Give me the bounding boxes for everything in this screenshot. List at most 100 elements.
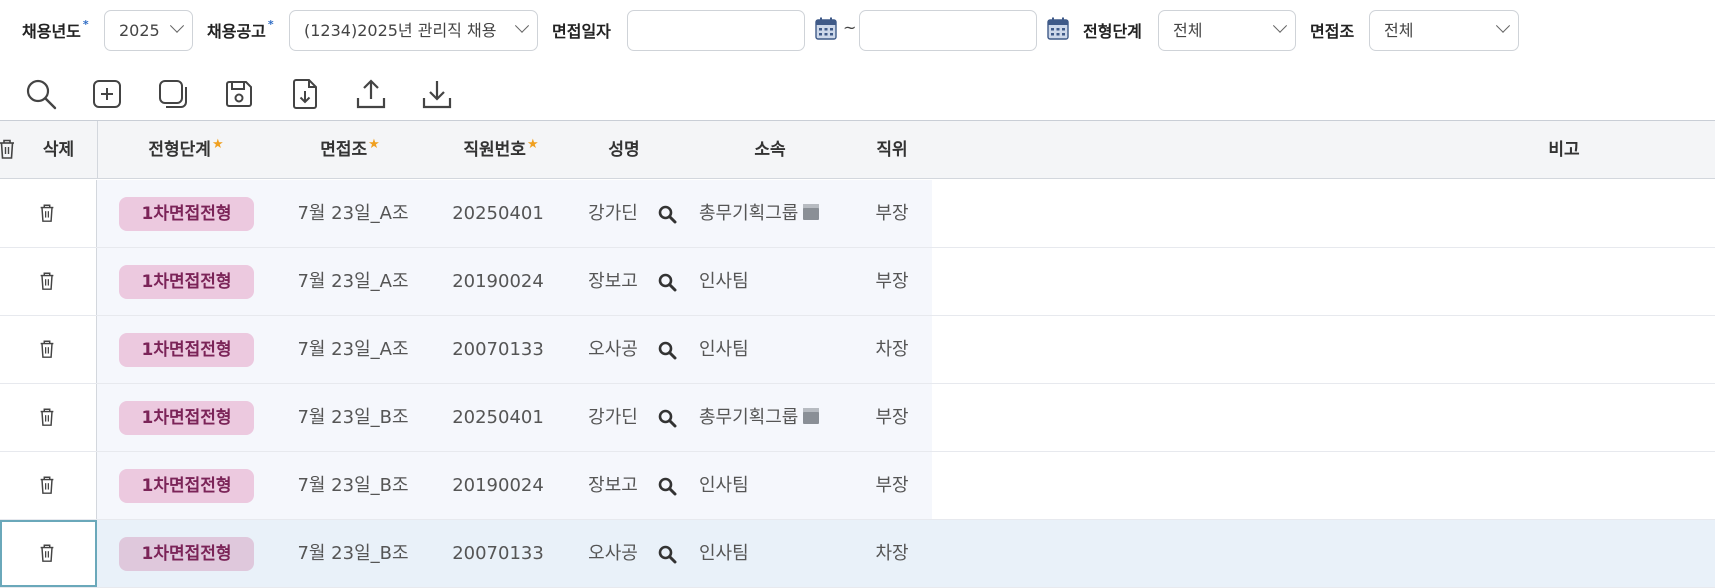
group-select[interactable]: 전체 — [1369, 10, 1519, 51]
name-cell[interactable]: 장보고 — [583, 248, 643, 315]
add-icon — [93, 80, 121, 108]
copy-button[interactable] — [154, 74, 192, 114]
stage-label: 전형단계 — [1083, 22, 1142, 41]
note-cell[interactable] — [932, 316, 1715, 383]
dept-cell[interactable]: 총무기획그룹 — [699, 180, 859, 247]
note-cell[interactable] — [932, 248, 1715, 315]
table-row[interactable]: 1차면접전형 7월 23일_A조 20070133 오사공 인사팀 차장 — [0, 316, 1715, 384]
chevron-down-icon — [169, 18, 185, 33]
dept-cell[interactable]: 인사팀 — [699, 520, 859, 587]
group-label: 면접조 — [1310, 22, 1355, 41]
emp-no-cell[interactable]: 20250401 — [446, 180, 550, 247]
year-label: 채용년도 * — [22, 18, 89, 41]
group-cell[interactable]: 7월 23일_A조 — [283, 248, 423, 315]
emp-no-cell[interactable]: 20070133 — [446, 520, 550, 587]
position-cell[interactable]: 차장 — [867, 520, 917, 587]
group-cell[interactable]: 7월 23일_B조 — [283, 452, 423, 519]
group-cell[interactable]: 7월 23일_A조 — [283, 180, 423, 247]
note-cell[interactable] — [932, 384, 1715, 451]
import-icon — [293, 79, 317, 109]
stage-select[interactable]: 전체 — [1158, 10, 1296, 51]
position-cell[interactable]: 차장 — [867, 316, 917, 383]
group-cell[interactable]: 7월 23일_B조 — [283, 384, 423, 451]
date-to-input[interactable] — [859, 10, 1037, 51]
search-icon[interactable] — [657, 272, 677, 292]
trash-icon[interactable] — [0, 138, 16, 160]
emp-no-cell[interactable]: 20190024 — [446, 452, 550, 519]
name-cell[interactable]: 오사공 — [583, 520, 643, 587]
position-cell[interactable]: 부장 — [867, 180, 917, 247]
table-row[interactable]: 1차면접전형 7월 23일_A조 20190024 장보고 인사팀 부장 — [0, 248, 1715, 316]
search-icon[interactable] — [657, 544, 677, 564]
name-cell[interactable]: 강가딘 — [583, 180, 643, 247]
frozen-divider — [97, 121, 98, 179]
group-cell[interactable]: 7월 23일_A조 — [283, 316, 423, 383]
note-cell[interactable] — [932, 452, 1715, 519]
notice-select[interactable]: (1234)2025년 관리직 채용 — [289, 10, 538, 51]
position-cell[interactable]: 부장 — [867, 248, 917, 315]
save-icon — [226, 81, 252, 107]
trash-icon[interactable] — [38, 475, 56, 495]
position-cell[interactable]: 부장 — [867, 452, 917, 519]
download-icon — [422, 81, 452, 109]
col-stage[interactable]: 전형단계★ — [131, 121, 241, 179]
search-icon[interactable] — [657, 408, 677, 428]
name-cell[interactable]: 강가딘 — [583, 384, 643, 451]
position-cell[interactable]: 부장 — [867, 384, 917, 451]
trash-icon[interactable] — [38, 203, 56, 223]
table-row[interactable]: 1차면접전형 7월 23일_B조 20070133 오사공 인사팀 차장 — [0, 520, 1715, 588]
col-group[interactable]: 면접조★ — [300, 121, 400, 179]
trash-icon[interactable] — [38, 339, 56, 359]
group-cell[interactable]: 7월 23일_B조 — [283, 520, 423, 587]
stage-badge: 1차면접전형 — [119, 401, 254, 435]
name-cell[interactable]: 장보고 — [583, 452, 643, 519]
emp-no-cell[interactable]: 20190024 — [446, 248, 550, 315]
col-position[interactable]: 직위 — [862, 121, 922, 179]
dept-cell[interactable]: 인사팀 — [699, 452, 859, 519]
date-separator: ~ — [843, 18, 857, 37]
import-button[interactable] — [286, 74, 324, 114]
add-button[interactable] — [88, 74, 126, 114]
col-emp-no[interactable]: 직원번호★ — [446, 121, 556, 179]
save-button[interactable] — [220, 74, 258, 114]
date-label: 면접일자 — [552, 22, 611, 41]
stage-badge: 1차면접전형 — [119, 197, 254, 231]
date-from-input[interactable] — [627, 10, 805, 51]
name-cell[interactable]: 오사공 — [583, 316, 643, 383]
table-row[interactable]: 1차면접전형 7월 23일_A조 20250401 강가딘 총무기획그룹 부장 — [0, 180, 1715, 248]
data-grid: 삭제 전형단계★ 면접조★ 직원번호★ 성명 소속 직위 비고 1차면접전형 7월… — [0, 120, 1715, 588]
filter-bar: 채용년도 * 2025 채용공고 * (1234)2025년 관리직 채용 면접일자… — [0, 10, 1715, 52]
trash-icon[interactable] — [38, 271, 56, 291]
calendar-icon[interactable] — [1047, 17, 1069, 41]
year-select[interactable]: 2025 — [104, 10, 193, 51]
col-name[interactable]: 성명 — [592, 121, 656, 179]
search-icon[interactable] — [657, 476, 677, 496]
table-row[interactable]: 1차면접전형 7월 23일_B조 20190024 장보고 인사팀 부장 — [0, 452, 1715, 520]
note-cell[interactable] — [932, 520, 1715, 587]
search-button[interactable] — [22, 74, 60, 114]
stage-badge: 1차면접전형 — [119, 333, 254, 367]
col-delete: 삭제 — [42, 140, 75, 160]
table-row[interactable]: 1차면접전형 7월 23일_B조 20250401 강가딘 총무기획그룹 부장 — [0, 384, 1715, 452]
dept-cell[interactable]: 총무기획그룹 — [699, 384, 859, 451]
chevron-down-icon — [1495, 18, 1511, 33]
download-button[interactable] — [418, 74, 456, 114]
copy-icon — [159, 80, 187, 108]
building-icon — [803, 204, 820, 220]
dept-cell[interactable]: 인사팀 — [699, 248, 859, 315]
search-icon[interactable] — [657, 204, 677, 224]
stage-badge: 1차면접전형 — [119, 265, 254, 299]
stage-badge: 1차면접전형 — [119, 469, 254, 503]
calendar-icon[interactable] — [815, 17, 837, 41]
search-icon[interactable] — [657, 340, 677, 360]
note-cell[interactable] — [932, 180, 1715, 247]
trash-icon[interactable] — [38, 407, 56, 427]
emp-no-cell[interactable]: 20070133 — [446, 316, 550, 383]
col-dept[interactable]: 소속 — [740, 121, 800, 179]
notice-label: 채용공고 * — [207, 18, 274, 41]
emp-no-cell[interactable]: 20250401 — [446, 384, 550, 451]
col-note[interactable]: 비고 — [1530, 121, 1598, 179]
upload-button[interactable] — [352, 74, 390, 114]
trash-icon[interactable] — [38, 543, 56, 563]
dept-cell[interactable]: 인사팀 — [699, 316, 859, 383]
